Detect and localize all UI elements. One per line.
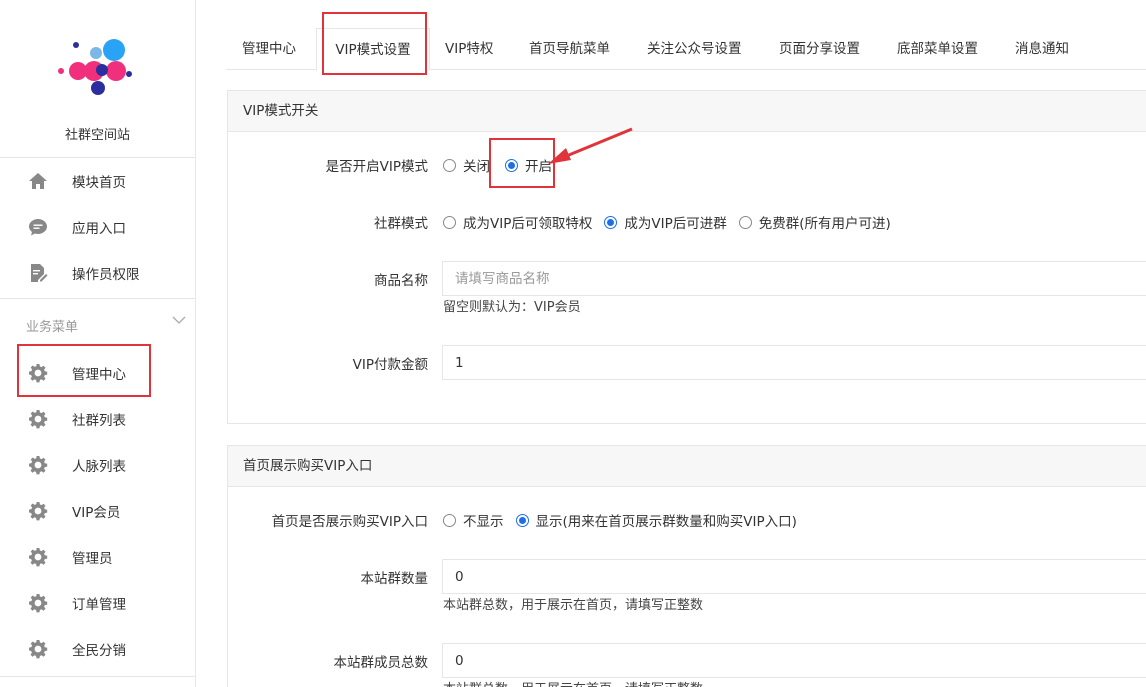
tab-home-nav-menu[interactable]: 首页导航菜单: [529, 28, 610, 70]
home-icon: [27, 170, 49, 192]
sidebar-item-app-entry[interactable]: 应用入口: [0, 204, 195, 250]
radio-label: 关闭: [463, 159, 490, 175]
gear-icon: [27, 408, 49, 430]
gear-icon: [27, 454, 49, 476]
radio-circle[interactable]: [505, 158, 518, 172]
vip-amount-label: VIP付款金额: [352, 357, 428, 373]
vip-amount-input[interactable]: [442, 345, 1146, 380]
tab-management-center[interactable]: 管理中心: [242, 28, 296, 70]
sidebar-item-module-home[interactable]: 模块首页: [0, 158, 195, 204]
radio-circle[interactable]: [604, 215, 618, 229]
product-name-label: 商品名称: [374, 273, 428, 289]
divider: [0, 676, 195, 677]
radio-circle[interactable]: [443, 215, 456, 229]
sidebar-item-label: 应用入口: [72, 221, 126, 237]
tab-bar: 管理中心 VIP模式设置 VIP特权 首页导航菜单 关注公众号设置 页面分享设置…: [226, 28, 1146, 71]
gear-icon: [27, 638, 49, 660]
radio-free-group[interactable]: 免费群(所有用户可进): [738, 212, 891, 232]
radio-label: 免费群(所有用户可进): [758, 216, 891, 232]
sidebar-item-label: VIP会员: [72, 505, 121, 521]
sidebar-item-label: 社群列表: [72, 413, 126, 429]
radio-label: 成为VIP后可进群: [624, 216, 727, 232]
member-count-input[interactable]: [442, 643, 1146, 678]
gear-icon: [27, 500, 49, 522]
sidebar-item-label: 全民分销: [72, 643, 126, 659]
sidebar-item-label: 模块首页: [72, 175, 126, 191]
group-count-hint: 本站群总数，用于展示在首页，请填写正整数: [443, 598, 704, 613]
radio-circle[interactable]: [515, 513, 529, 527]
section-title: 业务菜单: [26, 320, 79, 335]
radio-label: 不显示: [463, 514, 504, 530]
site-name: 社群空间站: [64, 128, 130, 143]
show-entry-label: 首页是否展示购买VIP入口: [271, 514, 428, 530]
member-count-label: 本站群成员总数: [333, 655, 429, 671]
gear-icon: [27, 592, 49, 614]
group-count-label: 本站群数量: [360, 571, 429, 587]
chevron-down-icon[interactable]: [172, 314, 186, 329]
annotation-arrow-icon: [548, 127, 633, 164]
sidebar-item-vip-members[interactable]: VIP会员: [0, 488, 195, 534]
sidebar-item-group-list[interactable]: 社群列表: [0, 396, 195, 442]
sidebar-item-label: 人脉列表: [72, 459, 126, 475]
product-name-input[interactable]: [442, 261, 1146, 296]
group-mode-label: 社群模式: [374, 216, 428, 232]
show-entry-radio-group: 不显示 显示(用来在首页展示群数量和购买VIP入口): [443, 510, 809, 530]
document-edit-icon: [27, 262, 49, 284]
tab-message-notifications[interactable]: 消息通知: [1015, 28, 1069, 70]
sidebar: 社群空间站 模块首页 应用入口 操作员权限 业务菜单 管理中心 社群列表 人脉列…: [0, 0, 196, 687]
sidebar-item-distribution[interactable]: 全民分销: [0, 626, 195, 672]
divider: [0, 298, 195, 299]
group-count-input[interactable]: [442, 559, 1146, 594]
product-name-hint: 留空则默认为：VIP会员: [443, 300, 581, 315]
sidebar-item-contacts-list[interactable]: 人脉列表: [0, 442, 195, 488]
sidebar-item-management-center[interactable]: 管理中心: [0, 350, 195, 396]
radio-vip-privilege[interactable]: 成为VIP后可领取特权: [443, 212, 592, 232]
panel-title: VIP模式开关: [228, 91, 1146, 132]
sidebar-item-label: 订单管理: [72, 597, 126, 613]
sidebar-item-admins[interactable]: 管理员: [0, 534, 195, 580]
tab-vip-mode-settings[interactable]: VIP模式设置: [316, 28, 430, 71]
sidebar-item-label: 操作员权限: [72, 267, 140, 283]
gear-icon: [27, 546, 49, 568]
radio-circle[interactable]: [443, 513, 456, 527]
tab-page-share-settings[interactable]: 页面分享设置: [779, 28, 860, 70]
sidebar-item-operator-permission[interactable]: 操作员权限: [0, 250, 195, 296]
logo-area: 社群空间站: [0, 0, 195, 158]
group-mode-radio-group: 成为VIP后可领取特权 成为VIP后可进群 免费群(所有用户可进): [443, 212, 903, 232]
tab-follow-official-account[interactable]: 关注公众号设置: [647, 28, 742, 70]
sidebar-item-order-management[interactable]: 订单管理: [0, 580, 195, 626]
chat-bubble-icon: [27, 216, 49, 238]
tab-bottom-menu-settings[interactable]: 底部菜单设置: [897, 28, 978, 70]
radio-label: 显示(用来在首页展示群数量和购买VIP入口): [535, 514, 797, 530]
member-count-hint: 本站群总数，用于展示在首页，请填写正整数: [443, 678, 703, 687]
radio-label: 成为VIP后可领取特权: [463, 216, 593, 232]
radio-show[interactable]: 显示(用来在首页展示群数量和购买VIP入口): [515, 510, 797, 530]
sidebar-item-label: 管理员: [72, 551, 113, 567]
radio-circle[interactable]: [443, 158, 456, 172]
radio-vip-join-group[interactable]: 成为VIP后可进群: [604, 212, 727, 232]
radio-off[interactable]: 关闭: [443, 155, 490, 175]
radio-hide[interactable]: 不显示: [443, 510, 504, 530]
vip-enable-label: 是否开启VIP模式: [325, 159, 428, 175]
gear-icon: [27, 362, 49, 384]
radio-circle[interactable]: [738, 215, 752, 229]
sidebar-item-label: 管理中心: [72, 367, 126, 383]
panel-title: 首页展示购买VIP入口: [228, 446, 1146, 487]
tab-vip-privileges[interactable]: VIP特权: [445, 28, 493, 70]
logo: [58, 39, 132, 95]
